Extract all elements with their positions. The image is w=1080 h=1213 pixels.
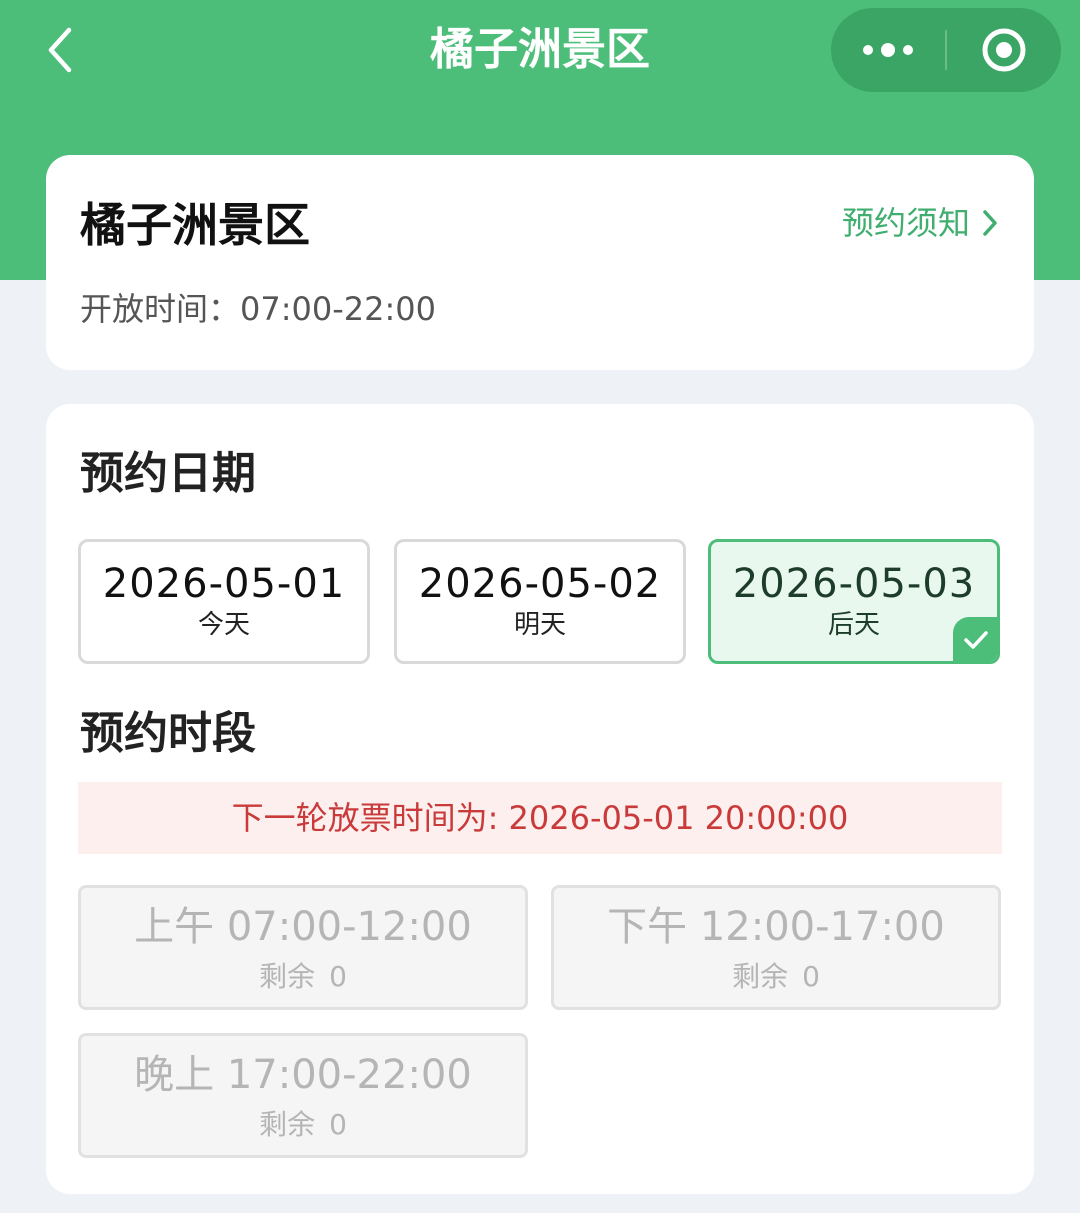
date-option-tomorrow[interactable]: 2026-05-02 明天 [394, 539, 686, 664]
date-option-date: 2026-05-03 [732, 561, 976, 607]
time-slot-morning[interactable]: 上午 07:00-12:00 剩余 0 [78, 885, 528, 1010]
chevron-left-icon [48, 27, 72, 73]
date-option-date: 2026-05-01 [102, 561, 346, 607]
date-option-label: 明天 [513, 610, 566, 640]
scenic-name: 橘子洲景区 [80, 198, 310, 252]
date-option-date: 2026-05-02 [418, 561, 662, 607]
booking-card: 预约日期 2026-05-01 今天 2026-05-02 明天 2026-05… [46, 404, 1034, 1194]
mini-program-capsule [831, 8, 1061, 92]
time-slot-evening[interactable]: 晚上 17:00-22:00 剩余 0 [78, 1033, 528, 1158]
more-button[interactable] [831, 8, 945, 92]
date-section-title: 预约日期 [80, 448, 256, 499]
time-slot-time: 下午 12:00-17:00 [607, 904, 945, 950]
date-option-day-after[interactable]: 2026-05-03 后天 [708, 539, 1000, 664]
time-slot-afternoon[interactable]: 下午 12:00-17:00 剩余 0 [551, 885, 1001, 1010]
ticket-release-notice: 下一轮放票时间为: 2026-05-01 20:00:00 [78, 782, 1002, 854]
target-circle-icon [982, 28, 1026, 72]
checkmark-icon [964, 631, 988, 649]
time-slot-time: 上午 07:00-12:00 [134, 904, 472, 950]
date-option-today[interactable]: 2026-05-01 今天 [78, 539, 370, 664]
booking-notice-link[interactable]: 预约须知 [842, 201, 998, 245]
time-slot-remaining: 剩余 0 [259, 960, 347, 993]
back-button[interactable] [32, 22, 88, 78]
time-slot-remaining: 剩余 0 [732, 960, 820, 993]
date-option-label: 今天 [197, 610, 250, 640]
time-slot-time: 晚上 17:00-22:00 [134, 1052, 472, 1098]
more-dots-icon [863, 43, 913, 57]
time-slot-section-title: 预约时段 [80, 708, 256, 759]
open-hours: 开放时间：07:00-22:00 [80, 290, 436, 328]
booking-notice-label: 预约须知 [841, 204, 970, 242]
scenic-info-card: 橘子洲景区 预约须知 开放时间：07:00-22:00 [46, 155, 1034, 370]
chevron-right-icon [983, 210, 997, 236]
selected-badge [953, 617, 997, 661]
page: 橘子洲景区 橘子洲景区 预约须知 开放时间：07:00-22:00 预约日期 2… [0, 0, 1080, 1213]
time-slot-remaining: 剩余 0 [259, 1108, 347, 1141]
close-mini-program-button[interactable] [947, 8, 1061, 92]
